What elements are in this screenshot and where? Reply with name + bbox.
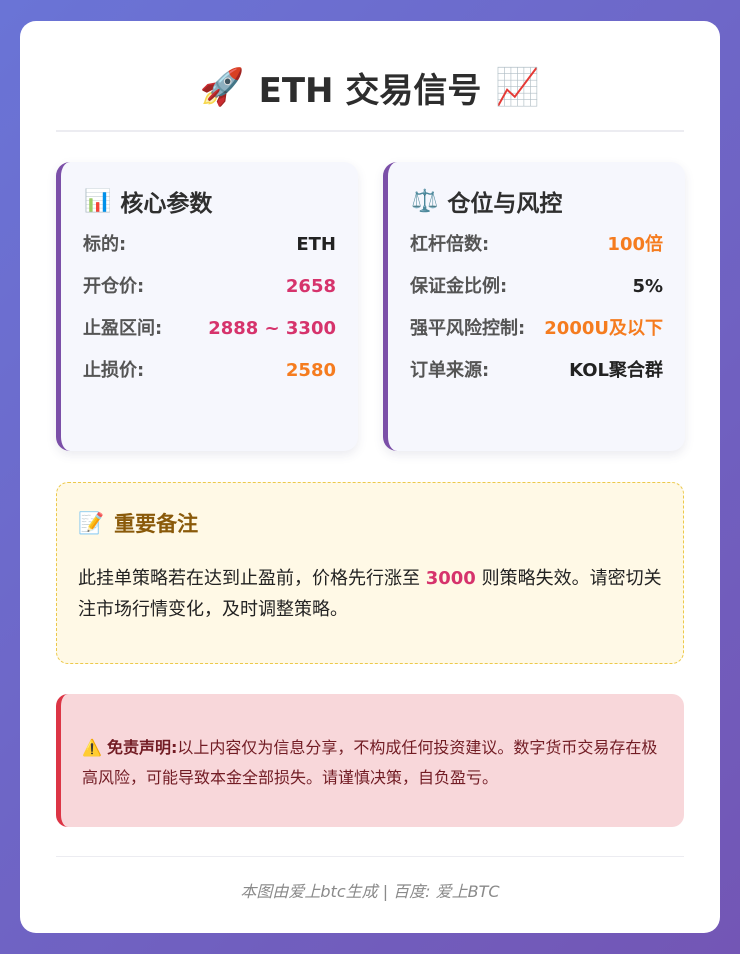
risk-row-source: 订单来源: KOL聚合群 (410, 356, 663, 386)
core-params-heading: 📊 核心参数 (84, 184, 212, 218)
footer-divider (56, 856, 684, 857)
note-highlight-price: 3000 (425, 568, 476, 589)
param-row-entry: 开仓价: 2658 (83, 272, 336, 302)
risk-value: 2000U及以下 (544, 318, 663, 339)
position-risk-panel: ⚖️ 仓位与风控 杠杆倍数: 100倍 保证金比例: 5% 强平风险控制: 20… (383, 162, 685, 451)
footer-credit: 本图由爱上btc生成 | 百度: 爱上BTC (240, 882, 500, 901)
warning-icon: ⚠️ (82, 738, 102, 757)
risk-row-margin: 保证金比例: 5% (410, 272, 663, 302)
disclaimer-label: 免责声明: (107, 738, 178, 757)
risk-value: 100倍 (607, 234, 663, 255)
header-divider (56, 130, 684, 132)
note-title: 重要备注 (114, 512, 199, 536)
param-value: 2658 (285, 276, 336, 297)
param-label: 止盈区间: (83, 318, 163, 339)
param-label: 开仓价: (83, 276, 145, 297)
disclaimer-box: ⚠️ 免责声明:以上内容仅为信息分享，不构成任何投资建议。数字货币交易存在极高风… (56, 694, 684, 827)
risk-row-liquidation: 强平风险控制: 2000U及以下 (410, 314, 663, 344)
position-risk-heading: ⚖️ 仓位与风控 (411, 184, 562, 218)
note-heading: 📝 重要备注 (78, 508, 198, 538)
signal-card: 🚀 ETH 交易信号 📈 📊 核心参数 标的: ETH 开仓价: 2658 止盈… (20, 21, 720, 933)
risk-value: 5% (632, 276, 663, 297)
scales-icon: ⚖️ (411, 188, 439, 214)
page-title: 🚀 ETH 交易信号 📈 (56, 57, 684, 117)
position-risk-title: 仓位与风控 (447, 191, 563, 217)
param-label: 止损价: (83, 360, 145, 381)
note-text: 此挂单策略若在达到止盈前，价格先行涨至 3000 则策略失效。请密切关注市场行情… (78, 563, 662, 625)
risk-label: 强平风险控制: (410, 318, 526, 339)
core-params-panel: 📊 核心参数 标的: ETH 开仓价: 2658 止盈区间: 2888 ~ 33… (56, 162, 358, 451)
param-label: 标的: (83, 234, 127, 255)
param-row-symbol: 标的: ETH (83, 230, 336, 260)
param-row-stop-loss: 止损价: 2580 (83, 356, 336, 386)
param-value: 2580 (285, 360, 336, 381)
core-params-title: 核心参数 (120, 191, 213, 217)
important-note-box: 📝 重要备注 此挂单策略若在达到止盈前，价格先行涨至 3000 则策略失效。请密… (56, 482, 684, 664)
bar-chart-icon: 📊 (84, 188, 112, 214)
note-text-before: 此挂单策略若在达到止盈前，价格先行涨至 (78, 568, 426, 589)
param-row-take-profit: 止盈区间: 2888 ~ 3300 (83, 314, 336, 344)
chart-up-icon: 📈 (495, 67, 541, 108)
risk-label: 保证金比例: (410, 276, 508, 297)
risk-label: 杠杆倍数: (410, 234, 490, 255)
disclaimer-text: ⚠️ 免责声明:以上内容仅为信息分享，不构成任何投资建议。数字货币交易存在极高风… (82, 733, 663, 793)
param-value: ETH (296, 234, 336, 255)
memo-icon: 📝 (78, 510, 105, 535)
risk-value: KOL聚合群 (569, 360, 663, 381)
rocket-icon: 🚀 (199, 67, 245, 108)
risk-row-leverage: 杠杆倍数: 100倍 (410, 230, 663, 260)
param-value: 2888 ~ 3300 (208, 318, 336, 339)
title-text: ETH 交易信号 (258, 70, 482, 111)
risk-label: 订单来源: (410, 360, 490, 381)
